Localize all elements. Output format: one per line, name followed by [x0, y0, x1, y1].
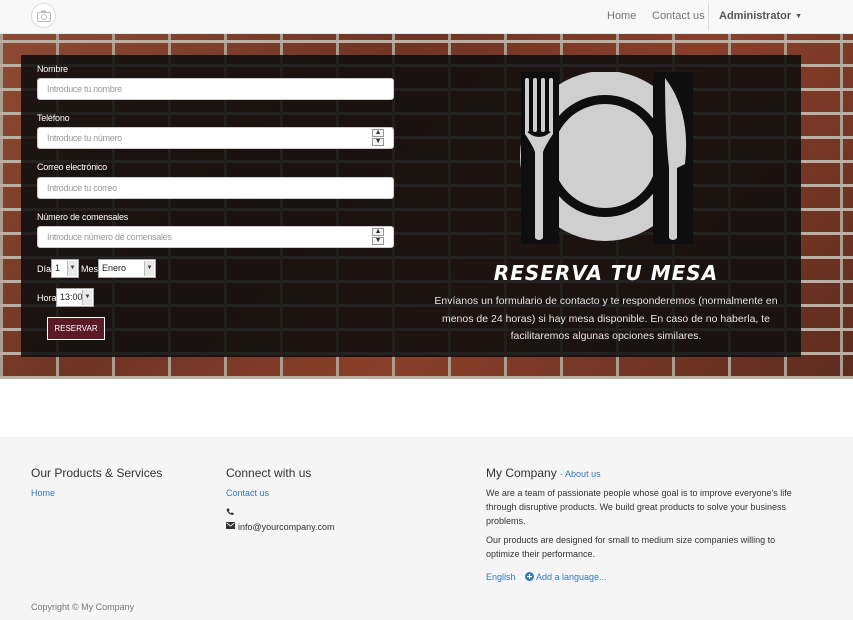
add-language-link[interactable]: Add a language... [536, 572, 607, 582]
telefono-label: Teléfono [37, 113, 70, 123]
correo-label: Correo electrónico [37, 162, 107, 172]
footer-connect-title: Connect with us [226, 466, 312, 480]
dropdown-arrow-icon: ▼ [82, 290, 92, 305]
nombre-label: Nombre [37, 64, 68, 74]
footer-home-link[interactable]: Home [31, 488, 55, 498]
hero-title: RESERVA TU MESA [493, 261, 719, 285]
telefono-placeholder: Introduce tu número [47, 133, 122, 143]
hora-select[interactable]: 13:00 ▼ [56, 288, 94, 307]
correo-placeholder: Introduce tu correo [47, 183, 117, 193]
nav-home-link[interactable]: Home [607, 10, 636, 22]
user-menu[interactable]: Administrator ▼ [719, 10, 802, 22]
reservar-button[interactable]: RESERVAR [47, 317, 105, 340]
dia-value: 1 [55, 263, 61, 273]
footer-company-title: My Company - About us [486, 466, 601, 480]
company-description-2: Our products are designed for small to m… [486, 535, 776, 559]
telefono-spinner[interactable]: ▲ ▼ [372, 129, 384, 147]
plate-fork-knife-icon [520, 72, 693, 244]
camera-icon [37, 10, 51, 22]
comensales-label: Número de comensales [37, 212, 129, 222]
user-name: Administrator [719, 10, 792, 22]
dropdown-arrow-icon: ▼ [67, 261, 77, 276]
comensales-placeholder: Introduce número de comensales [47, 232, 172, 242]
dia-label: Día [37, 264, 52, 274]
envelope-icon [226, 522, 235, 529]
copyright: Copyright © My Company [31, 602, 135, 612]
nav-contact-link[interactable]: Contact us [652, 10, 705, 22]
comensales-spinner[interactable]: ▲ ▼ [372, 228, 384, 246]
nombre-input[interactable]: Introduce tu nombre [37, 78, 394, 100]
about-us-link[interactable]: About us [565, 469, 601, 479]
nav-divider [708, 3, 709, 30]
hora-value: 13:00 [60, 292, 83, 302]
footer-products-title: Our Products & Services [31, 466, 163, 480]
company-name: My Company [486, 466, 557, 480]
spin-up-icon[interactable]: ▲ [372, 228, 384, 236]
mes-select[interactable]: Enero ▼ [98, 259, 156, 278]
spin-down-icon[interactable]: ▼ [372, 138, 384, 146]
phone-icon [226, 508, 234, 516]
dia-select[interactable]: 1 ▼ [51, 259, 79, 278]
correo-input[interactable]: Introduce tu correo [37, 177, 394, 199]
top-navbar: Home Contact us Administrator ▼ [0, 0, 853, 34]
hero-description: Envíanos un formulario de contacto y te … [434, 295, 778, 342]
nombre-placeholder: Introduce tu nombre [47, 84, 122, 94]
caret-down-icon: ▼ [795, 12, 803, 20]
footer-email-link[interactable]: info@yourcompany.com [238, 520, 335, 534]
footer-contact-link[interactable]: Contact us [226, 488, 269, 498]
plus-circle-icon[interactable] [525, 572, 534, 581]
mes-value: Enero [102, 263, 127, 273]
telefono-input[interactable]: Introduce tu número ▲ ▼ [37, 127, 394, 149]
about-us-wrapper: - About us [560, 469, 601, 479]
logo[interactable] [31, 3, 56, 28]
hora-label: Hora [37, 293, 57, 303]
language-english-link[interactable]: English [486, 572, 516, 582]
comensales-input[interactable]: Introduce número de comensales ▲ ▼ [37, 226, 394, 248]
spin-up-icon[interactable]: ▲ [372, 129, 384, 137]
spin-down-icon[interactable]: ▼ [372, 237, 384, 245]
dropdown-arrow-icon: ▼ [144, 261, 154, 276]
mes-label: Mes [81, 264, 99, 274]
company-description-1: We are a team of passionate people whose… [486, 488, 792, 526]
footer [0, 437, 853, 620]
